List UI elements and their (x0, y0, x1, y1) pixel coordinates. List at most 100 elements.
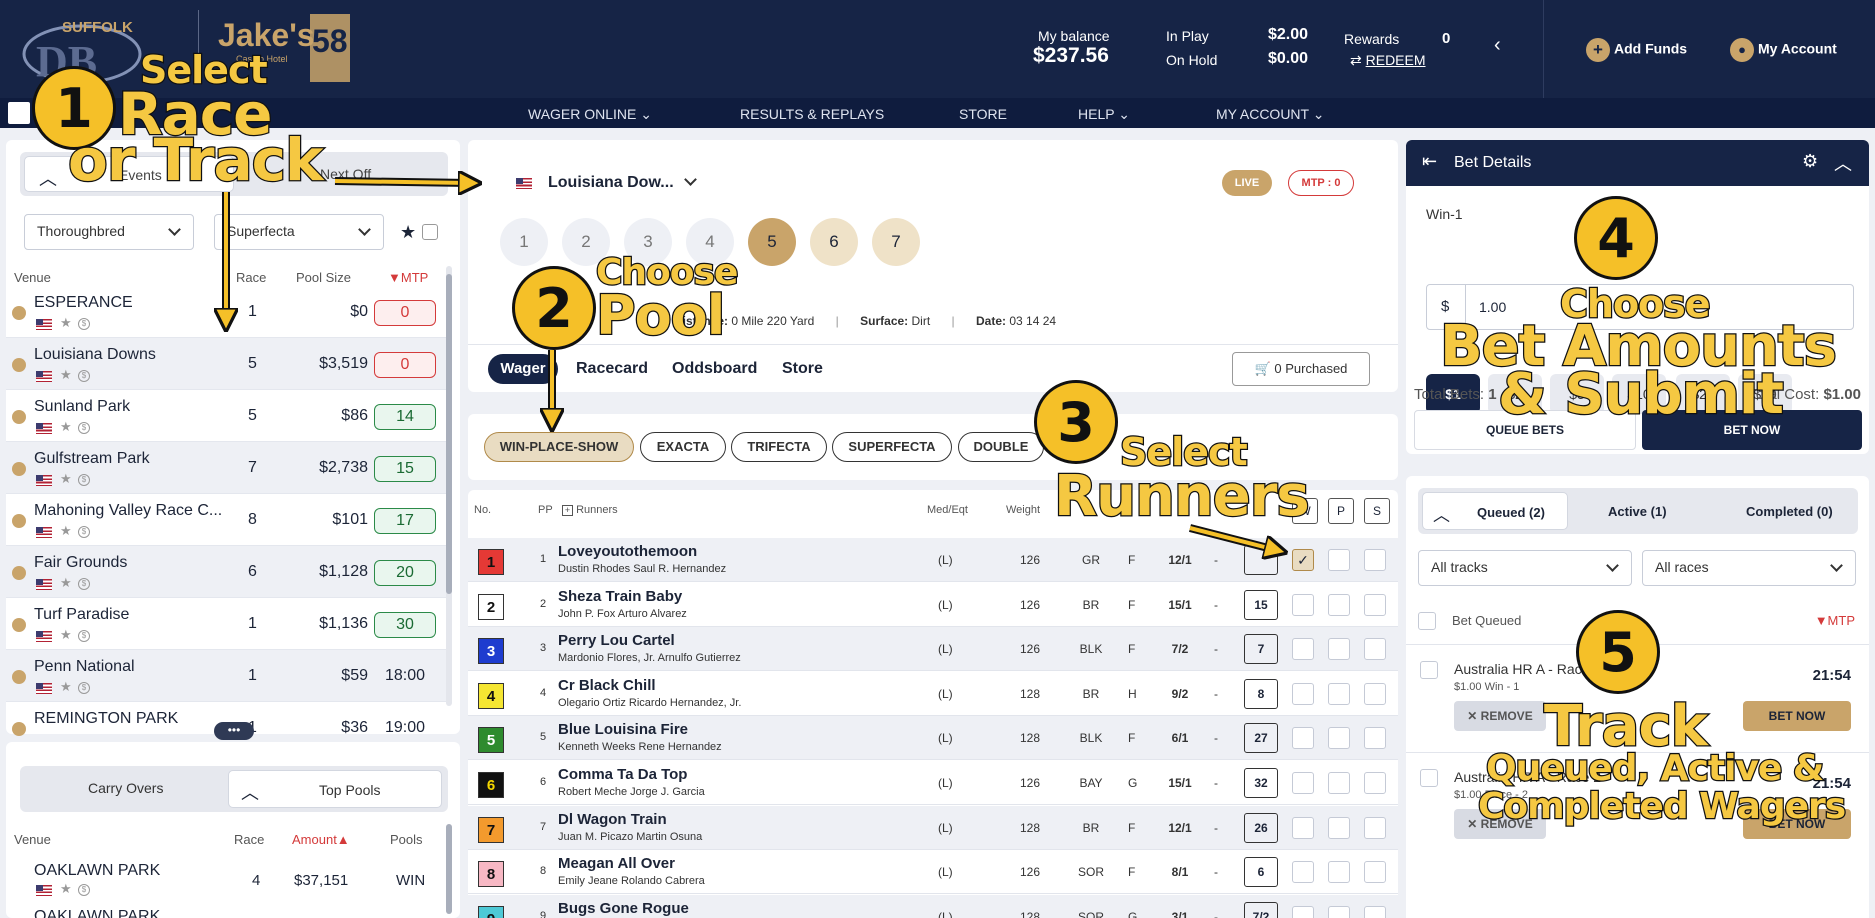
race-button-1[interactable]: 1 (500, 218, 548, 266)
col2-race[interactable]: Race (234, 832, 264, 847)
place-checkbox[interactable] (1328, 638, 1350, 661)
gear-icon[interactable]: ⚙ (1802, 151, 1818, 172)
star-icon[interactable]: ★ (60, 315, 72, 331)
star-icon[interactable]: ★ (60, 367, 72, 383)
venue-scrollbar-thumb[interactable] (446, 274, 452, 594)
show-checkbox[interactable] (1364, 861, 1386, 884)
show-checkbox[interactable] (1364, 727, 1386, 750)
race-button-6[interactable]: 6 (810, 218, 858, 266)
runner-row[interactable]: 3 3 Perry Lou Cartel Mardonio Flores, Jr. A… (468, 627, 1398, 672)
collapse-chevron-icon[interactable]: ‹ (1494, 34, 1501, 57)
col-venue[interactable]: Venue (14, 270, 51, 285)
col-mtp[interactable]: ▼MTP (388, 270, 428, 285)
runner-row[interactable]: 4 4 Cr Black Chill Olegario Ortiz Ricardo H… (468, 672, 1398, 716)
tab-wager[interactable]: Wager (488, 354, 558, 384)
pool-trifecta[interactable]: TRIFECTA (731, 432, 827, 462)
all-tracks-select[interactable]: All tracks (1418, 550, 1632, 586)
more-icon[interactable]: ••• (214, 722, 254, 740)
show-checkbox[interactable] (1364, 772, 1386, 794)
win-checkbox[interactable] (1292, 727, 1314, 750)
venue-row[interactable]: Fair Grounds ★ $6 $1,128 20 (6, 546, 446, 598)
remove-button[interactable]: ✕ REMOVE (1454, 701, 1546, 731)
place-checkbox[interactable] (1328, 593, 1350, 616)
pool-double[interactable]: DOUBLE (958, 432, 1044, 462)
venue-row[interactable]: Mahoning Valley Race C... ★ $8 $101 17 (6, 494, 446, 546)
race-button-5[interactable]: 5 (748, 218, 796, 266)
star-icon[interactable]: ★ (60, 575, 72, 591)
col-place-toggle[interactable]: P (1328, 498, 1354, 524)
win-checkbox[interactable] (1292, 772, 1314, 794)
show-checkbox[interactable] (1364, 593, 1386, 616)
col-race[interactable]: Race (236, 270, 266, 285)
col2-amount[interactable]: Amount▲ (292, 832, 350, 847)
tab-completed[interactable]: Completed (0) (1746, 504, 1833, 519)
win-checkbox[interactable]: ✓ (1292, 549, 1314, 571)
star-icon[interactable]: ★ (60, 523, 72, 539)
col2-pools[interactable]: Pools (390, 832, 423, 847)
runner-row[interactable]: 6 6 Comma Ta Da Top Robert Meche Jorge J. G… (468, 761, 1398, 805)
runner-row[interactable]: 9 9 Bugs Gone Rogue (L) 128 SOR G 3/1 - 7/2 (468, 894, 1398, 918)
tab-carry-overs[interactable]: Carry Overs (88, 780, 163, 796)
place-checkbox[interactable] (1328, 682, 1350, 705)
queued-checkbox[interactable] (1420, 769, 1438, 787)
pool-exacta[interactable]: EXACTA (640, 432, 726, 462)
nav-store[interactable]: STORE (959, 106, 1007, 122)
show-checkbox[interactable] (1364, 638, 1386, 661)
runner-row[interactable]: 8 8 Meagan All Over Emily Jeane Rolando Cab… (468, 850, 1398, 895)
show-checkbox[interactable] (1364, 682, 1386, 705)
pool-win-place-show[interactable]: WIN-PLACE-SHOW (484, 432, 634, 462)
star-icon[interactable]: ★ (60, 881, 72, 897)
tab-queued[interactable]: ︿ Queued (2) (1422, 492, 1568, 530)
venue-row[interactable]: Penn National ★ $1 $59 18:00 (6, 650, 446, 702)
win-checkbox[interactable] (1292, 816, 1314, 839)
show-checkbox[interactable] (1364, 905, 1386, 918)
all-races-select[interactable]: All races (1642, 550, 1856, 586)
star-icon[interactable]: ★ (60, 471, 72, 487)
track-select[interactable]: Louisiana Dow... (548, 174, 674, 192)
nav-help[interactable]: HELP ⌄ (1078, 106, 1130, 123)
breed-select[interactable]: Thoroughbred (24, 214, 194, 250)
col2-venue[interactable]: Venue (14, 832, 51, 847)
place-checkbox[interactable] (1328, 549, 1350, 571)
select-all-checkbox[interactable] (1418, 612, 1436, 630)
place-checkbox[interactable] (1328, 861, 1350, 884)
tab-active[interactable]: Active (1) (1608, 504, 1667, 519)
show-checkbox[interactable] (1364, 549, 1386, 571)
venue-row[interactable]: Sunland Park ★ $5 $86 14 (6, 390, 446, 442)
col-pool-size[interactable]: Pool Size (296, 270, 351, 285)
win-checkbox[interactable] (1292, 593, 1314, 616)
pool-row[interactable]: OAKLAWN PARK ★ $ 4 $37,151 WIN (6, 854, 446, 906)
queued-checkbox[interactable] (1420, 661, 1438, 679)
nav-my-account[interactable]: MY ACCOUNT ⌄ (1216, 106, 1324, 123)
pool-filter-select[interactable]: Superfecta (214, 214, 384, 250)
runner-row[interactable]: 2 2 Sheza Train Baby John P. Fox Arturo Alv… (468, 583, 1398, 627)
tab-oddsboard[interactable]: Oddsboard (672, 360, 757, 378)
show-checkbox[interactable] (1364, 816, 1386, 839)
win-checkbox[interactable] (1292, 905, 1314, 918)
purchased-button[interactable]: 🛒 0 Purchased (1232, 352, 1370, 386)
tab-store[interactable]: Store (782, 360, 823, 378)
venue-scrollbar[interactable] (446, 266, 452, 706)
tab-top-pools[interactable]: ︿ Top Pools (228, 770, 442, 808)
chevron-down-icon[interactable] (684, 173, 697, 186)
race-button-7[interactable]: 7 (872, 218, 920, 266)
nav-wager-online[interactable]: WAGER ONLINE ⌄ (528, 106, 652, 123)
tab-next-off[interactable]: Next Off (320, 166, 371, 182)
place-checkbox[interactable] (1328, 727, 1350, 750)
star-icon[interactable]: ★ (60, 627, 72, 643)
mtp-sort[interactable]: ▼MTP (1815, 613, 1855, 628)
star-icon[interactable]: ★ (60, 419, 72, 435)
queued-bet-now-button[interactable]: BET NOW (1743, 701, 1851, 731)
venue-row[interactable]: ESPERANCE ★ $1 $0 0 (6, 286, 446, 338)
runner-row[interactable]: 5 5 Blue Louisina Fire Kenneth Weeks Rene H… (468, 716, 1398, 761)
add-funds-button[interactable]: + Add Funds (1586, 38, 1687, 62)
col-show-toggle[interactable]: S (1364, 498, 1390, 524)
place-checkbox[interactable] (1328, 905, 1350, 918)
favorite-star-icon[interactable]: ★ (400, 222, 416, 243)
venue-row[interactable]: Turf Paradise ★ $1 $1,136 30 (6, 598, 446, 650)
win-checkbox[interactable] (1292, 638, 1314, 661)
star-icon[interactable]: ★ (60, 679, 72, 695)
exit-icon[interactable]: ⇤ (1422, 151, 1437, 172)
chevron-up-icon[interactable]: ︿ (1834, 150, 1852, 176)
my-account-button[interactable]: ● My Account (1730, 38, 1837, 62)
